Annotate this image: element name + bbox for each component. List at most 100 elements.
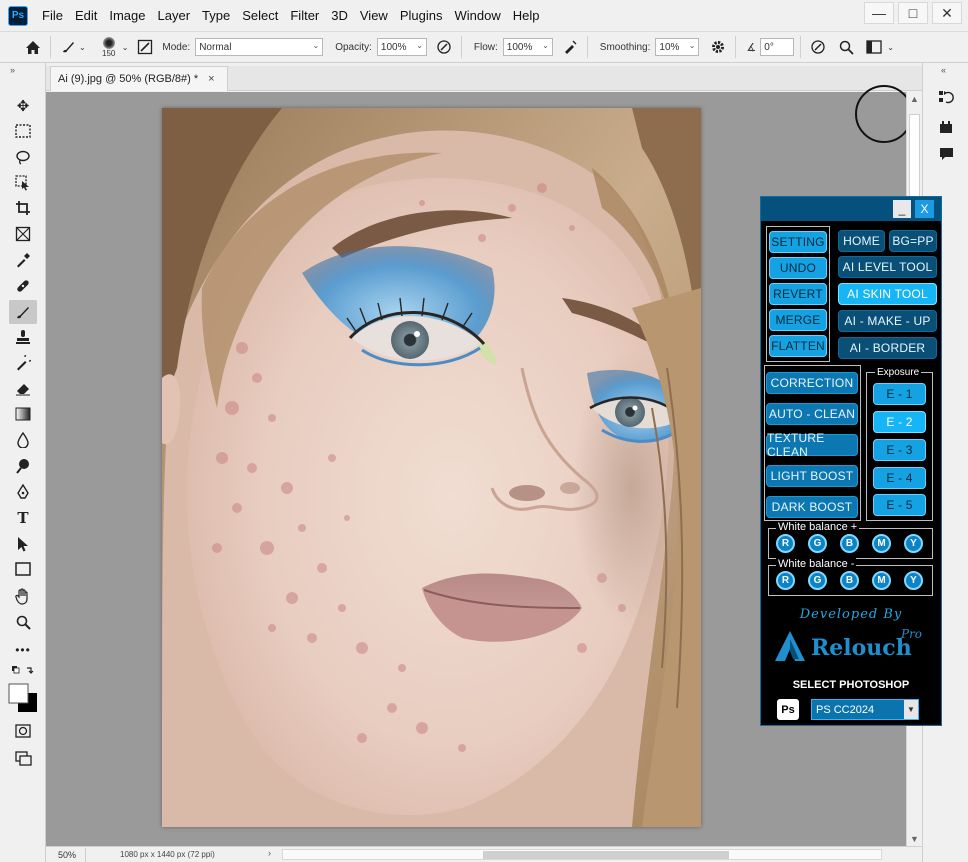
ai-level-tool-button[interactable]: AI LEVEL TOOL [838, 256, 937, 278]
zoom-tool-icon[interactable] [9, 610, 37, 634]
brush-tool-icon[interactable] [9, 300, 37, 324]
plugin-panel-icon[interactable] [937, 118, 955, 136]
dark-boost-button[interactable]: DARK BOOST [766, 496, 858, 518]
color-swatches-icon[interactable] [6, 681, 40, 715]
pressure-size-icon[interactable] [807, 36, 829, 58]
history-brush-tool-icon[interactable] [9, 351, 37, 375]
menu-file[interactable]: File [36, 8, 69, 23]
collapse-icon[interactable]: » [10, 65, 15, 75]
setting-button[interactable]: SETTING [769, 231, 827, 253]
eraser-tool-icon[interactable] [9, 376, 37, 400]
photoshop-version-select[interactable]: PS CC2024 ▼ [811, 699, 919, 720]
brush-preset-icon[interactable] [57, 36, 79, 58]
airbrush-icon[interactable] [559, 36, 581, 58]
wb-minus-m-button[interactable]: M [872, 571, 891, 590]
healing-brush-tool-icon[interactable] [9, 274, 37, 298]
maximize-button[interactable]: □ [898, 2, 928, 24]
stamp-tool-icon[interactable] [9, 325, 37, 349]
home-button[interactable]: HOME [838, 230, 885, 252]
frame-tool-icon[interactable] [9, 222, 37, 246]
more-tools-icon[interactable]: ••• [9, 638, 37, 662]
ai-makeup-button[interactable]: AI - MAKE - UP [838, 310, 937, 332]
exposure-5-button[interactable]: E - 5 [873, 494, 926, 516]
chevron-down-icon[interactable]: ⌄ [79, 43, 86, 52]
document-info[interactable]: 1080 px x 1440 px (72 ppi) [120, 850, 215, 859]
blur-tool-icon[interactable] [9, 428, 37, 452]
swap-colors-icon[interactable] [9, 663, 37, 681]
wb-plus-g-button[interactable]: G [808, 534, 827, 553]
close-window-button[interactable]: ✕ [932, 2, 962, 24]
panel-header[interactable]: _ X [761, 197, 941, 221]
pressure-opacity-icon[interactable] [433, 36, 455, 58]
chevron-down-icon[interactable]: ⌄ [887, 43, 894, 52]
wb-plus-b-button[interactable]: B [840, 534, 859, 553]
wb-minus-y-button[interactable]: Y [904, 571, 923, 590]
home-icon[interactable] [22, 36, 44, 58]
panel-close-button[interactable]: X [915, 200, 934, 218]
bg-pp-button[interactable]: BG=PP [889, 230, 937, 252]
wb-plus-y-button[interactable]: Y [904, 534, 923, 553]
workspace-icon[interactable] [863, 36, 885, 58]
menu-image[interactable]: Image [103, 8, 151, 23]
dodge-tool-icon[interactable] [9, 454, 37, 478]
flatten-button[interactable]: FLATTEN [769, 335, 827, 357]
wb-minus-g-button[interactable]: G [808, 571, 827, 590]
type-tool-icon[interactable]: T [9, 506, 37, 530]
move-tool-icon[interactable]: ✥ [9, 94, 37, 118]
path-select-tool-icon[interactable] [9, 532, 37, 556]
angle-input[interactable]: 0° [760, 38, 795, 56]
menu-help[interactable]: Help [507, 8, 546, 23]
menu-filter[interactable]: Filter [284, 8, 325, 23]
smoothing-input[interactable]: 10% ⌄ [655, 38, 700, 56]
document-tab[interactable]: Ai (9).jpg @ 50% (RGB/8#) * × [50, 66, 228, 91]
flow-input[interactable]: 100% ⌄ [502, 38, 553, 56]
menu-window[interactable]: Window [448, 8, 506, 23]
scrollbar-thumb[interactable] [483, 851, 729, 859]
menu-type[interactable]: Type [196, 8, 236, 23]
opacity-input[interactable]: 100% ⌄ [376, 38, 427, 56]
texture-clean-button[interactable]: TEXTURE CLEAN [766, 431, 858, 459]
quick-mask-icon[interactable] [9, 719, 37, 743]
menu-edit[interactable]: Edit [69, 8, 103, 23]
screen-mode-icon[interactable] [9, 746, 37, 770]
search-icon[interactable] [835, 36, 857, 58]
auto-clean-button[interactable]: AUTO - CLEAN [766, 403, 858, 425]
object-select-tool-icon[interactable] [9, 171, 37, 195]
chevron-down-icon[interactable]: ⌄ [122, 43, 129, 52]
close-icon[interactable]: × [208, 73, 214, 85]
wb-plus-m-button[interactable]: M [872, 534, 891, 553]
brush-size-picker[interactable]: 150 [96, 36, 122, 58]
chevron-right-icon[interactable]: › [268, 848, 271, 858]
exposure-3-button[interactable]: E - 3 [873, 439, 926, 461]
ai-skin-tool-button[interactable]: AI SKIN TOOL [838, 283, 937, 305]
brush-settings-icon[interactable] [134, 36, 156, 58]
rectangle-tool-icon[interactable] [9, 557, 37, 581]
pen-tool-icon[interactable] [9, 480, 37, 504]
ai-border-button[interactable]: AI - BORDER [838, 337, 937, 359]
hand-tool-icon[interactable] [9, 584, 37, 608]
exposure-1-button[interactable]: E - 1 [873, 383, 926, 405]
minimize-button[interactable]: — [864, 2, 894, 24]
horizontal-scrollbar[interactable] [282, 849, 882, 860]
gear-icon[interactable] [707, 36, 729, 58]
merge-button[interactable]: MERGE [769, 309, 827, 331]
crop-tool-icon[interactable] [9, 196, 37, 220]
scroll-up-icon[interactable]: ▲ [910, 94, 919, 104]
chevron-down-icon[interactable]: ▼ [904, 700, 918, 719]
history-panel-icon[interactable] [937, 88, 955, 106]
wb-minus-b-button[interactable]: B [840, 571, 859, 590]
exposure-4-button[interactable]: E - 4 [873, 467, 926, 489]
wb-minus-r-button[interactable]: R [776, 571, 795, 590]
undo-button[interactable]: UNDO [769, 257, 827, 279]
menu-view[interactable]: View [354, 8, 394, 23]
eyedropper-tool-icon[interactable] [9, 248, 37, 272]
scroll-down-icon[interactable]: ▼ [910, 834, 919, 844]
panel-minimize-button[interactable]: _ [893, 200, 911, 218]
menu-3d[interactable]: 3D [325, 8, 354, 23]
menu-select[interactable]: Select [236, 8, 284, 23]
mode-select[interactable]: Normal ⌄ [195, 38, 324, 56]
gradient-tool-icon[interactable] [9, 402, 37, 426]
revert-button[interactable]: REVERT [769, 283, 827, 305]
wb-plus-r-button[interactable]: R [776, 534, 795, 553]
marquee-tool-icon[interactable] [9, 119, 37, 143]
